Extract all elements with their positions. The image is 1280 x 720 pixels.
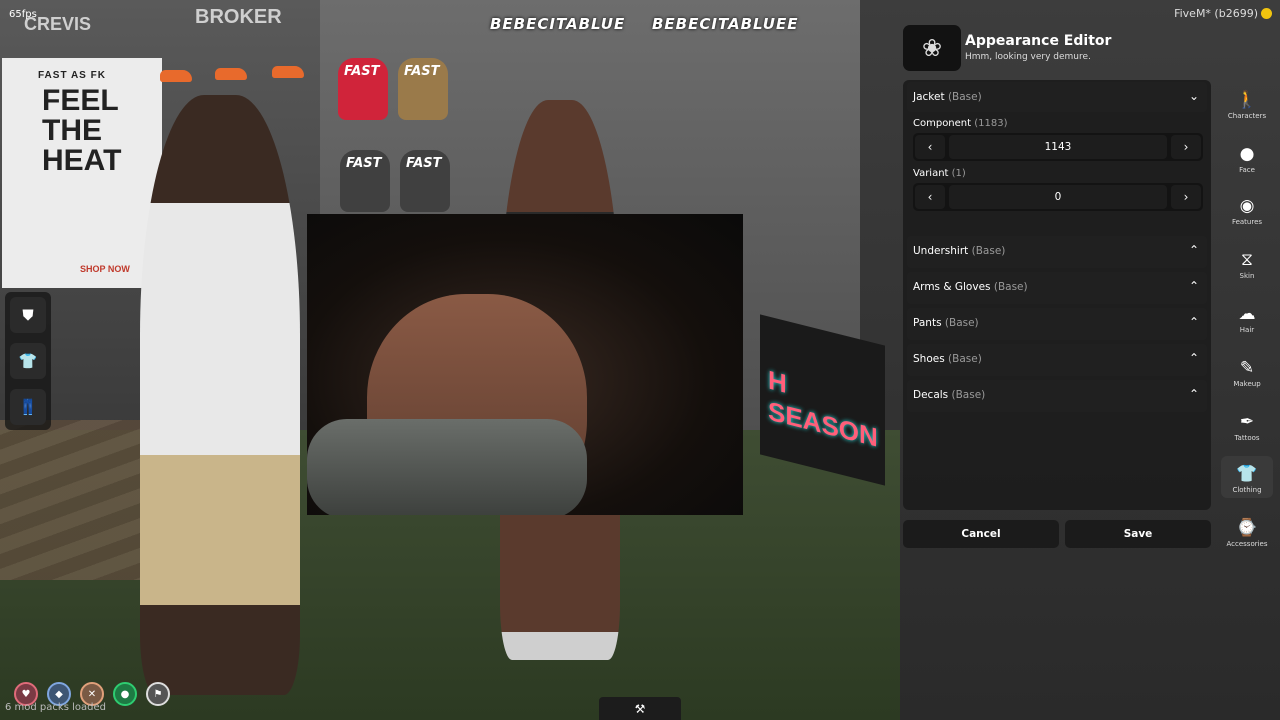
bottom-toolbar-toggle[interactable]: ⚒ [599, 697, 681, 720]
bag-label: FAST [344, 64, 380, 79]
section-arms-gloves[interactable]: Arms & Gloves (Base) ⌃ [907, 272, 1207, 304]
shelf-shoe [215, 68, 247, 80]
variant-value[interactable]: 0 [949, 185, 1167, 209]
editor-subtitle: Hmm, looking very demure. [965, 52, 1091, 62]
bag-label: FAST [404, 64, 440, 79]
editor-logo-icon: ❀ [903, 25, 961, 71]
npc-male-character [140, 95, 300, 695]
pants-toggle-button[interactable]: 👖 [10, 389, 46, 425]
poster-cta: SHOP NOW [80, 264, 130, 274]
editor-panel: Jacket (Base) ⌄ Component (1183) ‹ 1143 … [903, 80, 1211, 510]
tool-icon: ⚒ [634, 701, 646, 716]
category-makeup[interactable]: ✎ Makeup [1221, 350, 1273, 398]
client-status-icon [1261, 8, 1272, 19]
save-button[interactable]: Save [1065, 520, 1211, 548]
chevron-right-icon: › [1183, 140, 1189, 154]
chevron-up-icon[interactable]: ⌃ [1189, 387, 1199, 401]
component-value[interactable]: 1143 [949, 135, 1167, 159]
category-accessories[interactable]: ⌚ Accessories [1221, 510, 1273, 558]
shelf-backpack: FAST [398, 58, 448, 120]
watch-icon: ⌚ [1236, 518, 1258, 538]
cancel-button[interactable]: Cancel [903, 520, 1059, 548]
face-icon: ● [1239, 144, 1255, 164]
category-features[interactable]: ◉ Features [1221, 188, 1273, 236]
features-icon: ◉ [1239, 196, 1255, 216]
chevron-left-icon: ‹ [927, 190, 933, 204]
thirst-icon: ● [113, 682, 137, 706]
category-clothing[interactable]: 👕 Clothing [1221, 456, 1273, 498]
editor-header: ❀ Appearance Editor Hmm, looking very de… [903, 24, 1203, 76]
shelf-backpack: FAST [340, 150, 390, 212]
editor-title: Appearance Editor [965, 33, 1112, 49]
section-jacket-tag: (Base) [947, 91, 982, 103]
section-pants[interactable]: Pants (Base) ⌃ [907, 308, 1207, 340]
brand-broker: BROKER [195, 6, 282, 28]
bag-label: FAST [406, 156, 442, 171]
chevron-up-icon[interactable]: ⌃ [1189, 315, 1199, 329]
component-prev-button[interactable]: ‹ [915, 135, 945, 159]
variant-stepper: ‹ 0 › [913, 183, 1203, 211]
shirt-icon: 👕 [18, 352, 38, 370]
client-version: FiveM* (b2699) [1174, 7, 1258, 20]
variant-prev-button[interactable]: ‹ [915, 185, 945, 209]
variant-label: Variant (1) [913, 168, 966, 179]
shirt-toggle-button[interactable]: 👕 [10, 343, 46, 379]
section-decals[interactable]: Decals (Base) ⌃ [907, 380, 1207, 412]
section-shoes[interactable]: Shoes (Base) ⌃ [907, 344, 1207, 376]
bag-label: FAST [346, 156, 382, 171]
social-handle-right: BEBECITABLUEE [652, 15, 799, 33]
category-characters[interactable]: 🚶 Characters [1221, 82, 1273, 130]
chevron-down-icon[interactable]: ⌄ [1189, 89, 1199, 103]
category-face[interactable]: ● Face [1221, 136, 1273, 184]
dna-icon: ⧖ [1241, 250, 1253, 270]
mask-toggle-button[interactable]: ⛊ [10, 297, 46, 333]
mod-packs-status: 6 mod packs loaded [5, 702, 106, 713]
quick-clothing-dock: ⛊ 👕 👖 [5, 292, 51, 430]
component-stepper: ‹ 1143 › [913, 133, 1203, 161]
mask-icon: ⛊ [22, 306, 34, 324]
streamer-webcam-overlay [307, 214, 743, 515]
social-handle-left: BEBECITABLUE [490, 15, 626, 33]
category-hair[interactable]: ☁ Hair [1221, 296, 1273, 344]
shirt-icon: 👕 [1236, 464, 1258, 484]
shelf-shoe [160, 70, 192, 82]
category-skin[interactable]: ⧖ Skin [1221, 242, 1273, 290]
webcam-microphone [307, 419, 587, 515]
category-tattoos[interactable]: ✒ Tattoos [1221, 404, 1273, 452]
shoe-poster: FAST AS FK FEEL THE HEAT SHOP NOW [2, 58, 162, 288]
tattoo-icon: ✒ [1239, 412, 1255, 432]
hair-icon: ☁ [1238, 304, 1256, 324]
poster-headline: FEEL THE HEAT [42, 84, 122, 177]
section-jacket-label: Jacket [913, 91, 945, 103]
pants-icon: 👖 [18, 398, 38, 416]
fps-counter: 65fps [9, 9, 37, 20]
chevron-up-icon[interactable]: ⌃ [1189, 279, 1199, 293]
person-icon: 🚶 [1236, 90, 1258, 110]
section-undershirt[interactable]: Undershirt (Base) ⌃ [907, 236, 1207, 268]
stamina-icon: ⚑ [146, 682, 170, 706]
variant-next-button[interactable]: › [1171, 185, 1201, 209]
chevron-left-icon: ‹ [927, 140, 933, 154]
brush-icon: ✎ [1239, 358, 1255, 378]
component-next-button[interactable]: › [1171, 135, 1201, 159]
component-label: Component (1183) [913, 118, 1008, 129]
shelf-backpack: FAST [338, 58, 388, 120]
chevron-up-icon[interactable]: ⌃ [1189, 351, 1199, 365]
section-jacket[interactable]: Jacket (Base) ⌄ [907, 82, 1207, 112]
shelf-backpack: FAST [400, 150, 450, 212]
poster-tagline: FAST AS FK [38, 70, 106, 81]
chevron-right-icon: › [1183, 190, 1189, 204]
shelf-shoe [272, 66, 304, 78]
chevron-up-icon[interactable]: ⌃ [1189, 243, 1199, 257]
